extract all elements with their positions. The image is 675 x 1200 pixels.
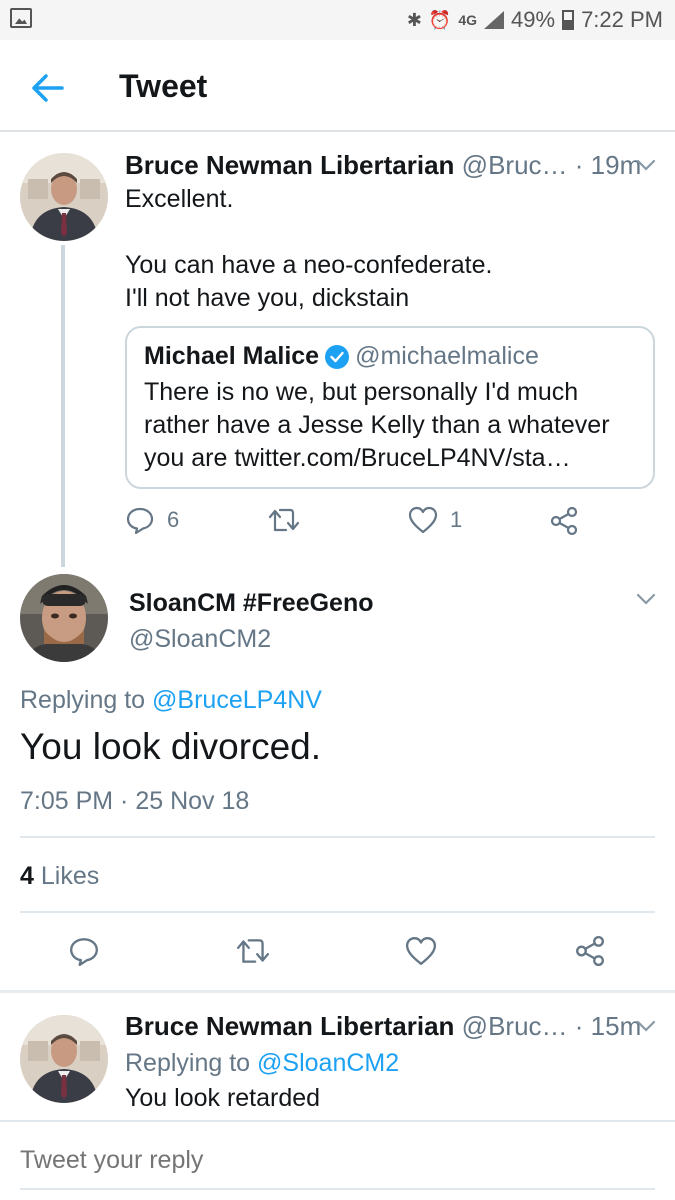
quoted-tweet-text: There is no we, but personally I'd much …: [144, 378, 610, 472]
replying-to-link[interactable]: @SloanCM2: [257, 1049, 399, 1077]
replying-to-label: Replying to: [20, 686, 146, 714]
clock: 7:22 PM: [581, 7, 663, 32]
avatar-sloan[interactable]: [20, 574, 108, 662]
back-button[interactable]: [26, 68, 70, 108]
main-like-button[interactable]: [405, 936, 437, 966]
tweet-text: Excellent. You can have a neo-confederat…: [125, 185, 493, 312]
bluetooth-icon: ✱: [406, 9, 422, 30]
main-tweet-timestamp: 7:05 PM · 25 Nov 18: [20, 787, 250, 815]
avatar-bruce-reply[interactable]: [20, 1015, 108, 1103]
tweet-age: · 19m: [574, 150, 642, 180]
replying-to-label: Replying to: [125, 1049, 251, 1077]
tweet-menu-button[interactable]: [636, 158, 656, 177]
divider: [20, 836, 655, 838]
quoted-tweet-header: Michael Malice @michaelmalice: [144, 342, 539, 371]
likes-label: Likes: [40, 862, 100, 890]
chevron-down-icon: [636, 159, 656, 171]
main-retweet-button[interactable]: [236, 936, 270, 966]
composer-underline: [20, 1188, 655, 1190]
retweet-icon: [268, 508, 300, 532]
app-header: Tweet: [0, 40, 675, 132]
author-name[interactable]: Bruce Newman Libertarian: [125, 150, 454, 180]
like-button[interactable]: 1: [408, 506, 462, 534]
reply-author-name[interactable]: Bruce Newman Libertarian: [125, 1011, 454, 1041]
main-author-name[interactable]: SloanCM #FreeGeno: [129, 589, 374, 617]
reply-count: 6: [167, 507, 180, 532]
battery-percent: 49%: [511, 7, 556, 32]
likes-summary[interactable]: 4 Likes: [20, 862, 99, 891]
share-button[interactable]: [550, 506, 578, 536]
gallery-icon: [10, 8, 32, 28]
verified-badge-icon: [325, 344, 350, 369]
chevron-down-icon: [636, 1020, 656, 1032]
replying-to: Replying to @BruceLP4NV: [20, 686, 322, 715]
alarm-icon: ⏰: [428, 9, 452, 30]
likes-count: 4: [20, 862, 34, 890]
thread-line: [61, 245, 65, 567]
divider: [20, 911, 655, 913]
share-icon: [550, 506, 578, 536]
chevron-down-icon: [636, 593, 656, 605]
back-arrow-icon: [32, 74, 64, 102]
retweet-icon: [236, 939, 270, 963]
reply-tweet-age: · 15m: [574, 1011, 642, 1041]
reply-composer: [0, 1120, 675, 1200]
like-icon: [405, 937, 437, 965]
avatar-bruce[interactable]: [20, 153, 108, 241]
page-title: Tweet: [119, 68, 208, 104]
reply-tweet-menu-button[interactable]: [636, 1019, 656, 1038]
reply-author-handle[interactable]: @Bruc…: [462, 1011, 568, 1041]
share-icon: [576, 935, 604, 967]
replying-to-link[interactable]: @BruceLP4NV: [152, 686, 322, 714]
reply-icon: [126, 507, 154, 534]
status-bar: ✱ ⏰ 4G 49% 7:22 PM: [0, 0, 675, 40]
quoted-author-handle: @michaelmalice: [355, 342, 539, 370]
reply-tweet-text: You look retarded: [125, 1084, 321, 1112]
reply-tweet-header: Bruce Newman Libertarian @Bruc… · 15m: [125, 1011, 641, 1042]
battery-icon: [562, 10, 575, 30]
main-tweet-author-name: SloanCM #FreeGeno: [129, 589, 374, 618]
quoted-tweet[interactable]: Michael Malice @michaelmalice There is n…: [125, 326, 655, 489]
like-icon: [408, 506, 438, 534]
reply-icon: [70, 938, 98, 966]
reply-replying-to: Replying to @SloanCM2: [125, 1049, 399, 1078]
signal-icon: [484, 11, 505, 29]
main-author-handle[interactable]: @SloanCM2: [129, 625, 271, 654]
reply-input[interactable]: [20, 1146, 655, 1175]
main-tweet-text: You look divorced.: [20, 726, 322, 767]
status-icons: ✱ ⏰ 4G 49% 7:22 PM: [407, 6, 663, 34]
author-handle[interactable]: @Bruc…: [462, 150, 568, 180]
tweet-header: Bruce Newman Libertarian @Bruc… · 19m: [125, 150, 641, 181]
like-count: 1: [450, 507, 463, 532]
network-type: 4G: [458, 12, 478, 28]
reply-button[interactable]: 6: [125, 506, 179, 534]
main-reply-button[interactable]: [68, 936, 100, 966]
section-divider: [0, 990, 675, 993]
main-tweet-menu-button[interactable]: [636, 592, 656, 611]
retweet-button[interactable]: [268, 506, 300, 534]
main-share-button[interactable]: [575, 935, 605, 967]
quoted-author-name: Michael Malice: [144, 342, 320, 370]
